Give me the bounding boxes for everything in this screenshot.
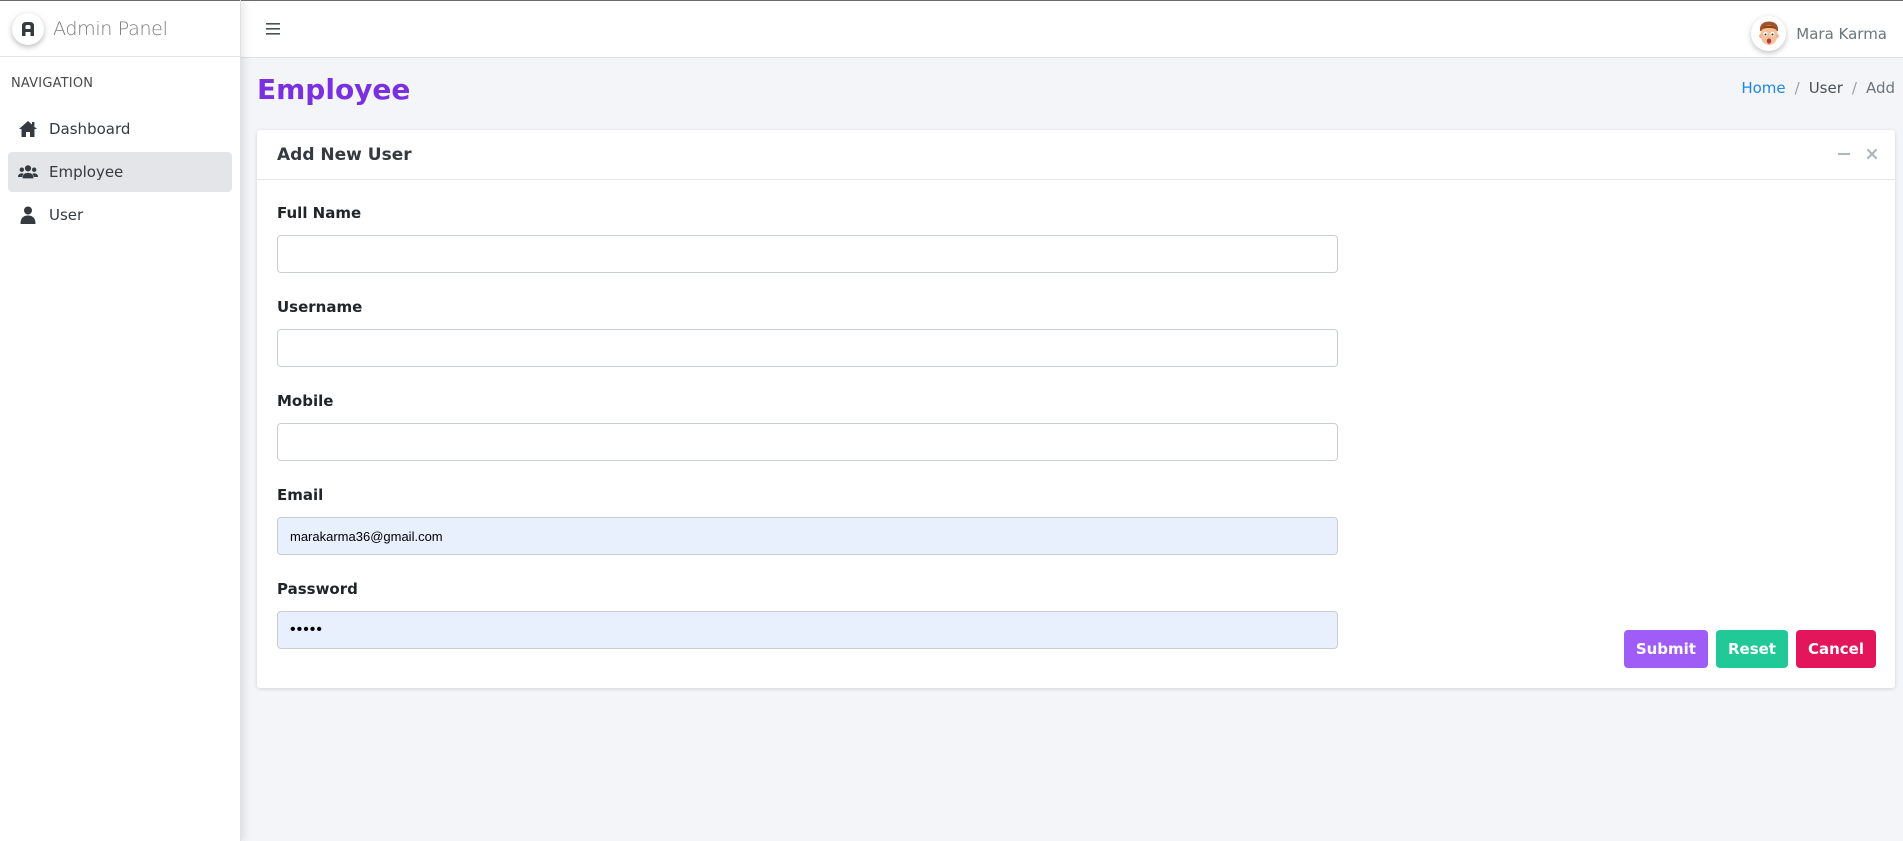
add-user-form: Full Name Username Mobile Email Password (257, 180, 1895, 649)
email-field[interactable] (277, 517, 1338, 555)
brand-logo-icon (12, 12, 44, 45)
username-group: Username (277, 296, 1875, 367)
email-label: Email (277, 486, 324, 504)
breadcrumb-user: User (1808, 79, 1843, 97)
password-label: Password (277, 580, 358, 598)
user-menu[interactable]: Mara Karma (1751, 16, 1887, 51)
breadcrumb-home-link[interactable]: Home (1741, 79, 1785, 97)
form-actions: Submit Reset Cancel (1616, 630, 1876, 668)
sidebar-item-user[interactable]: User (8, 195, 232, 235)
hamburger-icon[interactable] (265, 19, 283, 39)
cancel-button[interactable]: Cancel (1795, 630, 1876, 668)
user-icon (20, 206, 36, 224)
add-user-card: Add New User Full Name Username Mobile E… (257, 130, 1895, 688)
home-icon (19, 121, 37, 137)
nav-header: NAVIGATION (11, 76, 94, 91)
breadcrumb-separator: / (1794, 79, 1800, 97)
reset-button[interactable]: Reset (1715, 630, 1788, 668)
submit-button[interactable]: Submit (1623, 630, 1708, 668)
sidebar-item-employee[interactable]: Employee (8, 152, 232, 192)
breadcrumb-separator: / (1851, 79, 1857, 97)
close-icon[interactable] (1865, 147, 1879, 161)
sidebar: Admin Panel NAVIGATION Dashboard Employe… (0, 0, 241, 841)
mobile-label: Mobile (277, 392, 334, 410)
email-group: Email (277, 484, 1875, 555)
full-name-field[interactable] (277, 235, 1338, 273)
minimize-icon[interactable] (1837, 147, 1851, 161)
password-field[interactable] (277, 611, 1338, 649)
breadcrumb-current: Add (1865, 79, 1895, 97)
brand-name: Admin Panel (53, 17, 168, 40)
sidebar-item-label: User (49, 206, 84, 224)
mobile-group: Mobile (277, 390, 1875, 461)
username-label: Username (277, 298, 363, 316)
username-field[interactable] (277, 329, 1338, 367)
sidebar-item-dashboard[interactable]: Dashboard (8, 109, 232, 149)
brand-link[interactable]: Admin Panel (0, 0, 240, 57)
sidebar-item-label: Dashboard (49, 120, 131, 138)
card-header: Add New User (257, 130, 1895, 180)
full-name-label: Full Name (277, 204, 362, 222)
top-navbar: Mara Karma (241, 0, 1903, 58)
page-title: Employee (257, 73, 411, 106)
mobile-field[interactable] (277, 423, 1338, 461)
breadcrumb: Home / User / Add (1741, 79, 1895, 97)
nav-list: Dashboard Employee User (0, 109, 240, 235)
card-tools (1823, 147, 1879, 161)
user-name: Mara Karma (1796, 24, 1887, 43)
card-title: Add New User (277, 144, 412, 165)
full-name-group: Full Name (277, 202, 1875, 273)
sidebar-item-label: Employee (49, 163, 124, 181)
users-icon (18, 165, 38, 179)
avatar (1751, 16, 1787, 51)
